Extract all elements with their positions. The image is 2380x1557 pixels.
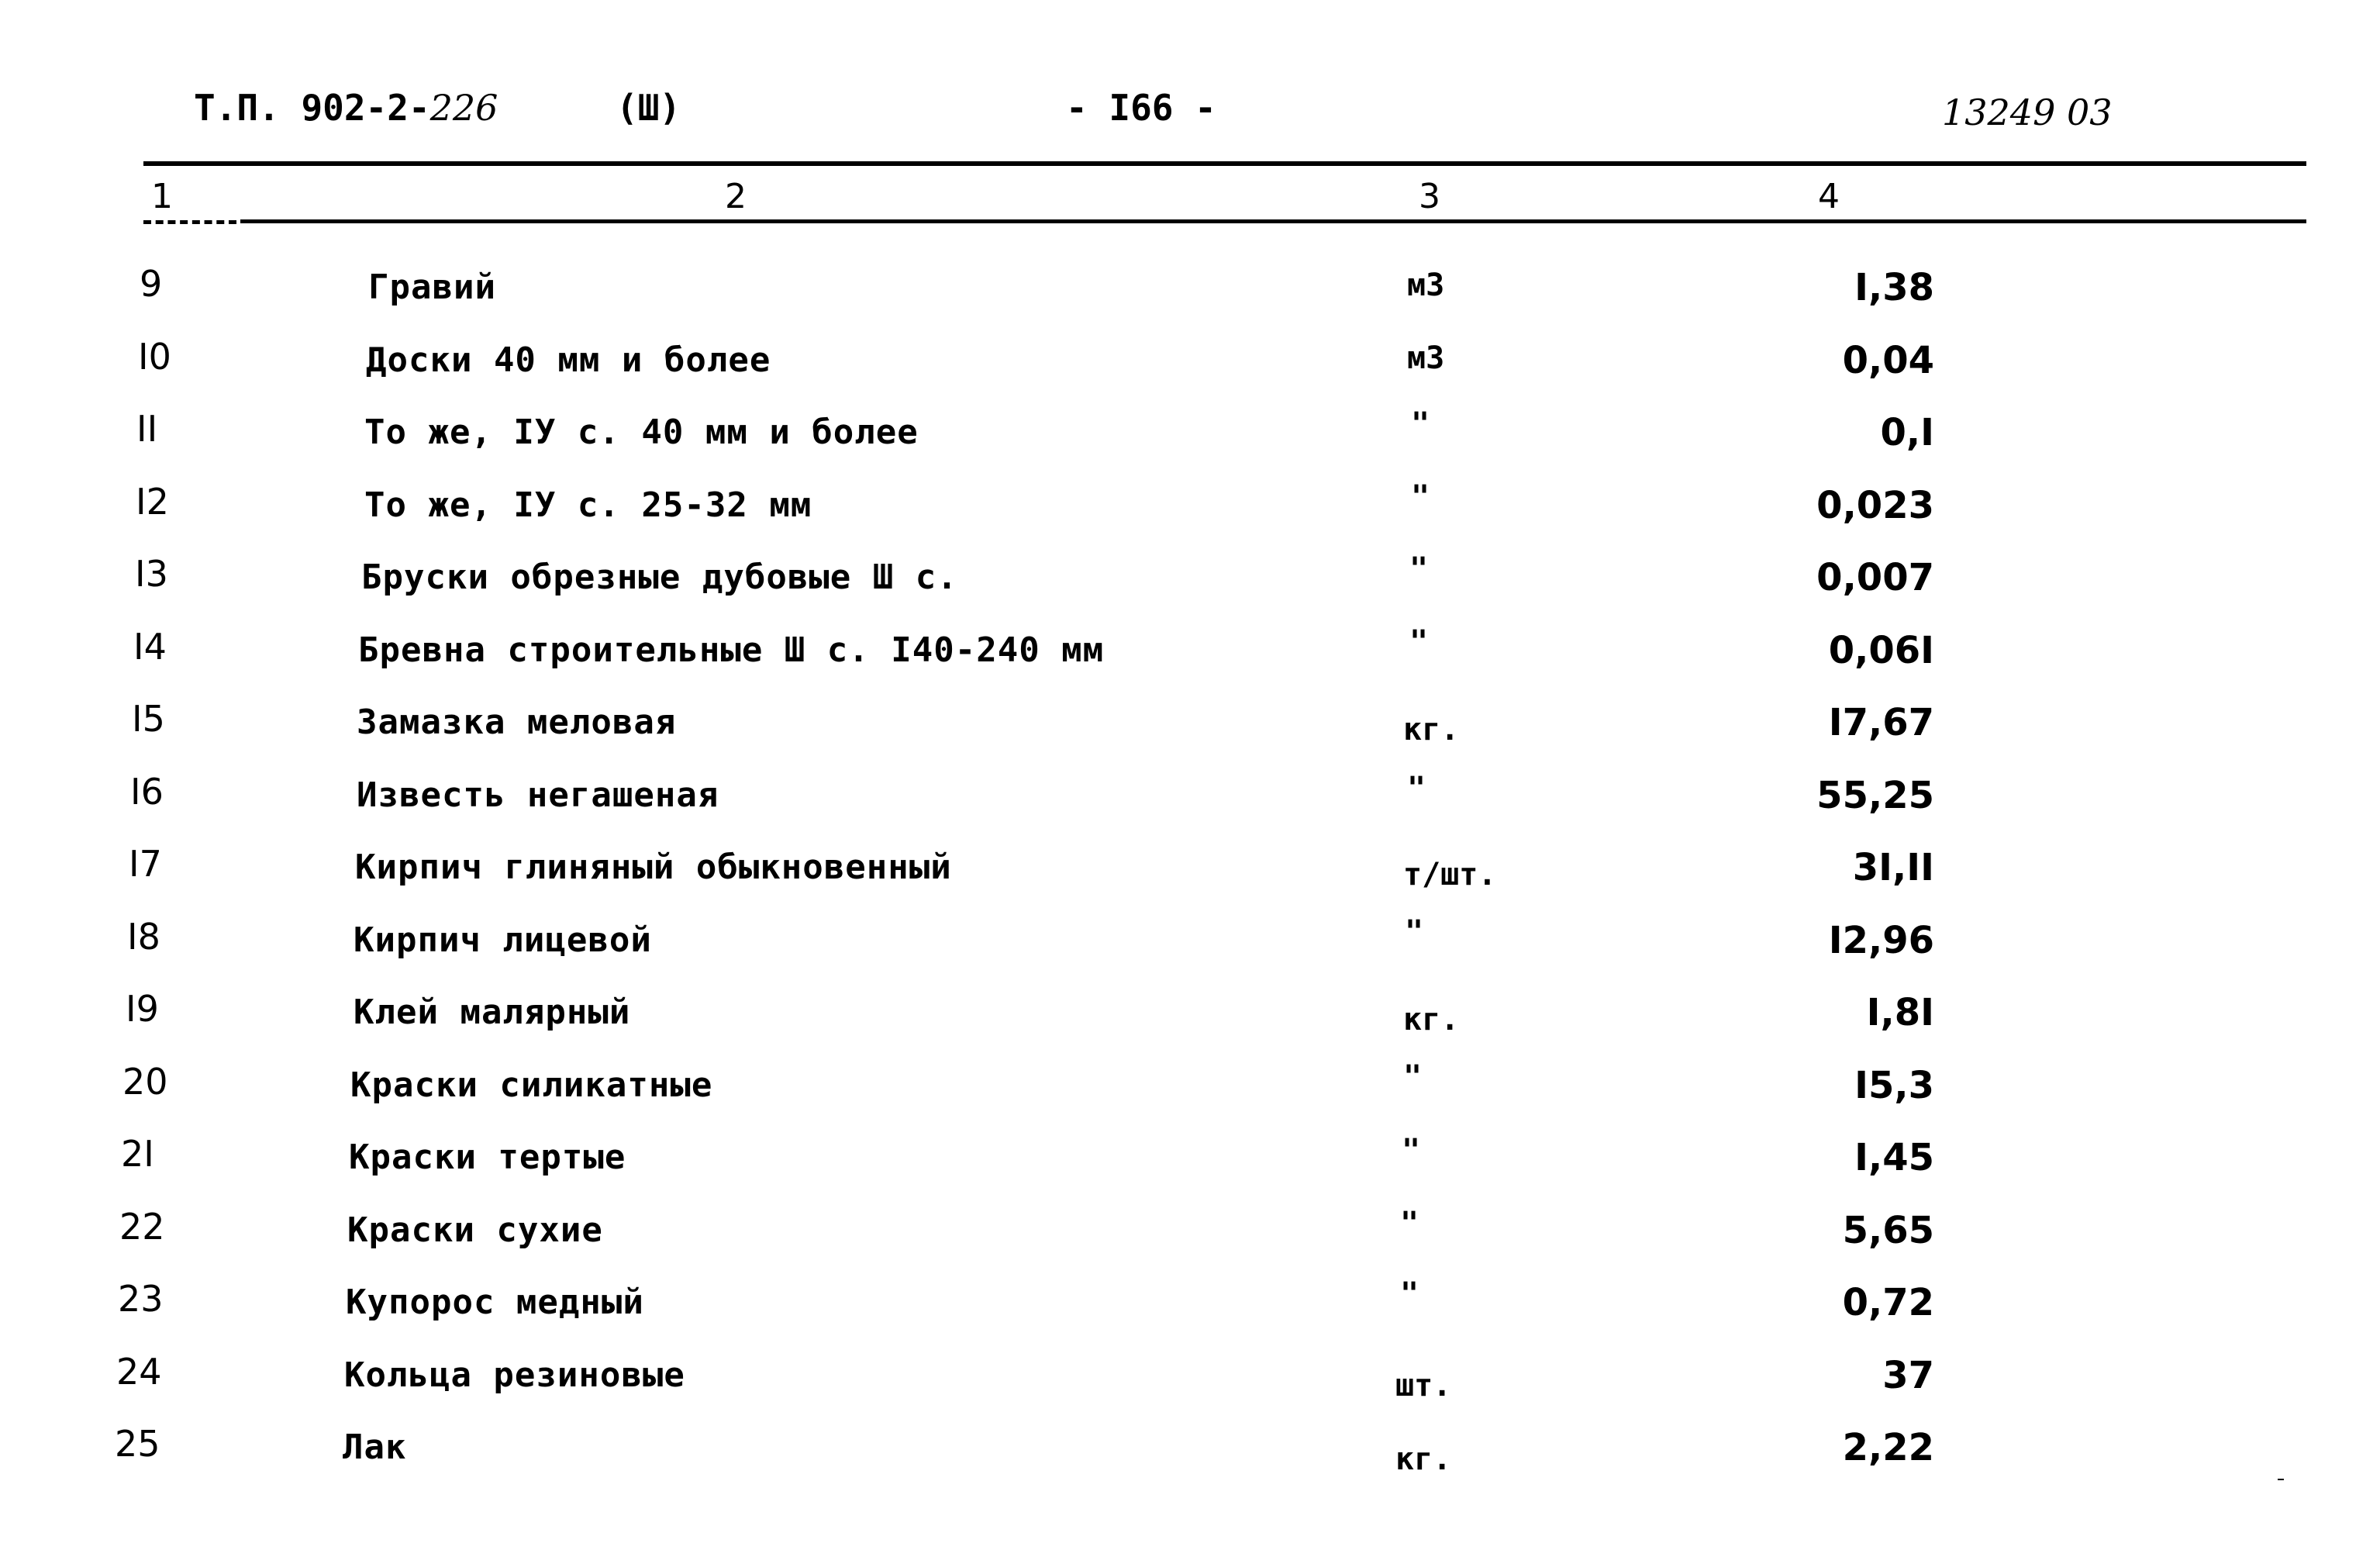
document-code-typed: Т.П. 902-2-: [194, 87, 430, 129]
material-name: Клей малярный: [354, 993, 631, 1032]
unit-of-measure: ": [1411, 406, 1430, 442]
material-name: Кольца резиновые: [344, 1355, 685, 1395]
quantity: 0,I: [1880, 411, 1935, 454]
unit-of-measure: ": [1403, 1058, 1423, 1095]
material-name: Краски тертые: [349, 1138, 626, 1177]
unit-of-measure: м3: [1407, 268, 1445, 303]
row-number: 24: [116, 1350, 162, 1393]
row-number: 23: [118, 1278, 164, 1320]
quantity: I2,96: [1828, 918, 1934, 962]
material-name: Бруски обрезные дубовые Ш с.: [361, 558, 958, 597]
column-number-3: 3: [1419, 177, 1440, 216]
quantity: 0,007: [1816, 556, 1934, 599]
unit-of-measure: кг.: [1395, 1441, 1452, 1477]
unit-of-measure: ": [1411, 478, 1430, 515]
material-name: То же, IУ с. 25-32 мм: [364, 485, 812, 525]
material-name: Известь негашеная: [357, 775, 719, 815]
row-number: I7: [129, 843, 162, 885]
unit-of-measure: ": [1409, 551, 1429, 587]
column-number-2: 2: [725, 177, 747, 216]
unit-of-measure: ": [1407, 770, 1426, 806]
quantity: 0,023: [1816, 483, 1934, 527]
section-label: (Ш): [616, 87, 681, 129]
document-code-handwritten: 226: [429, 87, 498, 129]
row-number: I8: [127, 915, 160, 958]
header-bottom-rule: [240, 219, 2306, 223]
row-number: 9: [140, 263, 163, 305]
unit-of-measure: ": [1400, 1205, 1419, 1241]
material-name: Краски сухие: [347, 1210, 603, 1250]
row-number: 2I: [121, 1133, 154, 1175]
row-number: I9: [126, 988, 159, 1030]
row-number: I5: [132, 698, 165, 740]
material-name: Замазка меловая: [357, 703, 677, 742]
quantity: I5,3: [1854, 1063, 1934, 1107]
row-number: I2: [136, 480, 169, 523]
material-name: Купорос медный: [346, 1283, 644, 1322]
row-number: I4: [133, 625, 167, 668]
row-number: 20: [122, 1060, 168, 1103]
quantity: 2,22: [1842, 1426, 1934, 1469]
material-name: Кирпич глиняный обыкновенный: [355, 848, 952, 887]
quantity: I,8I: [1866, 991, 1934, 1034]
row-number: II: [136, 408, 158, 450]
top-rule: [143, 161, 2306, 166]
quantity: 3I,II: [1852, 846, 1934, 889]
material-name: То же, IУ с. 40 мм и более: [364, 413, 919, 452]
stamp-number: 13249 03: [1942, 91, 2113, 133]
quantity: 0,72: [1842, 1281, 1934, 1324]
material-name: Краски силикатные: [350, 1065, 713, 1105]
quantity: 0,04: [1842, 338, 1934, 382]
unit-of-measure: м3: [1407, 340, 1445, 376]
material-name: Бревна строительные Ш с. I40-240 мм: [358, 630, 1105, 670]
quantity: I,38: [1854, 266, 1934, 309]
header-bottom-rule-dashed: [143, 220, 236, 224]
material-name: Гравий: [368, 268, 496, 307]
row-number: 25: [115, 1423, 160, 1465]
row-number: I0: [138, 335, 171, 378]
page-number: - I66 -: [1066, 87, 1216, 129]
column-number-4: 4: [1818, 177, 1840, 216]
margin-mark: [2278, 1479, 2284, 1480]
unit-of-measure: шт.: [1395, 1367, 1452, 1403]
material-name: Кирпич лицевой: [354, 920, 652, 960]
unit-of-measure: ": [1402, 1133, 1421, 1169]
document-code: Т.П. 902-2-226: [194, 87, 498, 129]
unit-of-measure: ": [1400, 1276, 1419, 1312]
row-number: I3: [135, 553, 168, 595]
material-name: Лак: [343, 1428, 407, 1467]
unit-of-measure: т/шт.: [1403, 857, 1497, 892]
row-number: 22: [119, 1205, 165, 1248]
row-number: I6: [130, 770, 164, 813]
unit-of-measure: кг.: [1403, 712, 1460, 747]
material-name: Доски 40 мм и более: [366, 340, 771, 380]
quantity: 55,25: [1816, 773, 1934, 817]
quantity: I7,67: [1828, 701, 1934, 744]
quantity: 37: [1882, 1353, 1934, 1397]
quantity: 0,06I: [1828, 628, 1934, 672]
unit-of-measure: ": [1409, 623, 1429, 660]
unit-of-measure: ": [1405, 913, 1424, 950]
quantity: I,45: [1854, 1136, 1934, 1179]
column-number-1: 1: [151, 177, 173, 216]
unit-of-measure: кг.: [1403, 1002, 1460, 1037]
quantity: 5,65: [1842, 1208, 1934, 1252]
